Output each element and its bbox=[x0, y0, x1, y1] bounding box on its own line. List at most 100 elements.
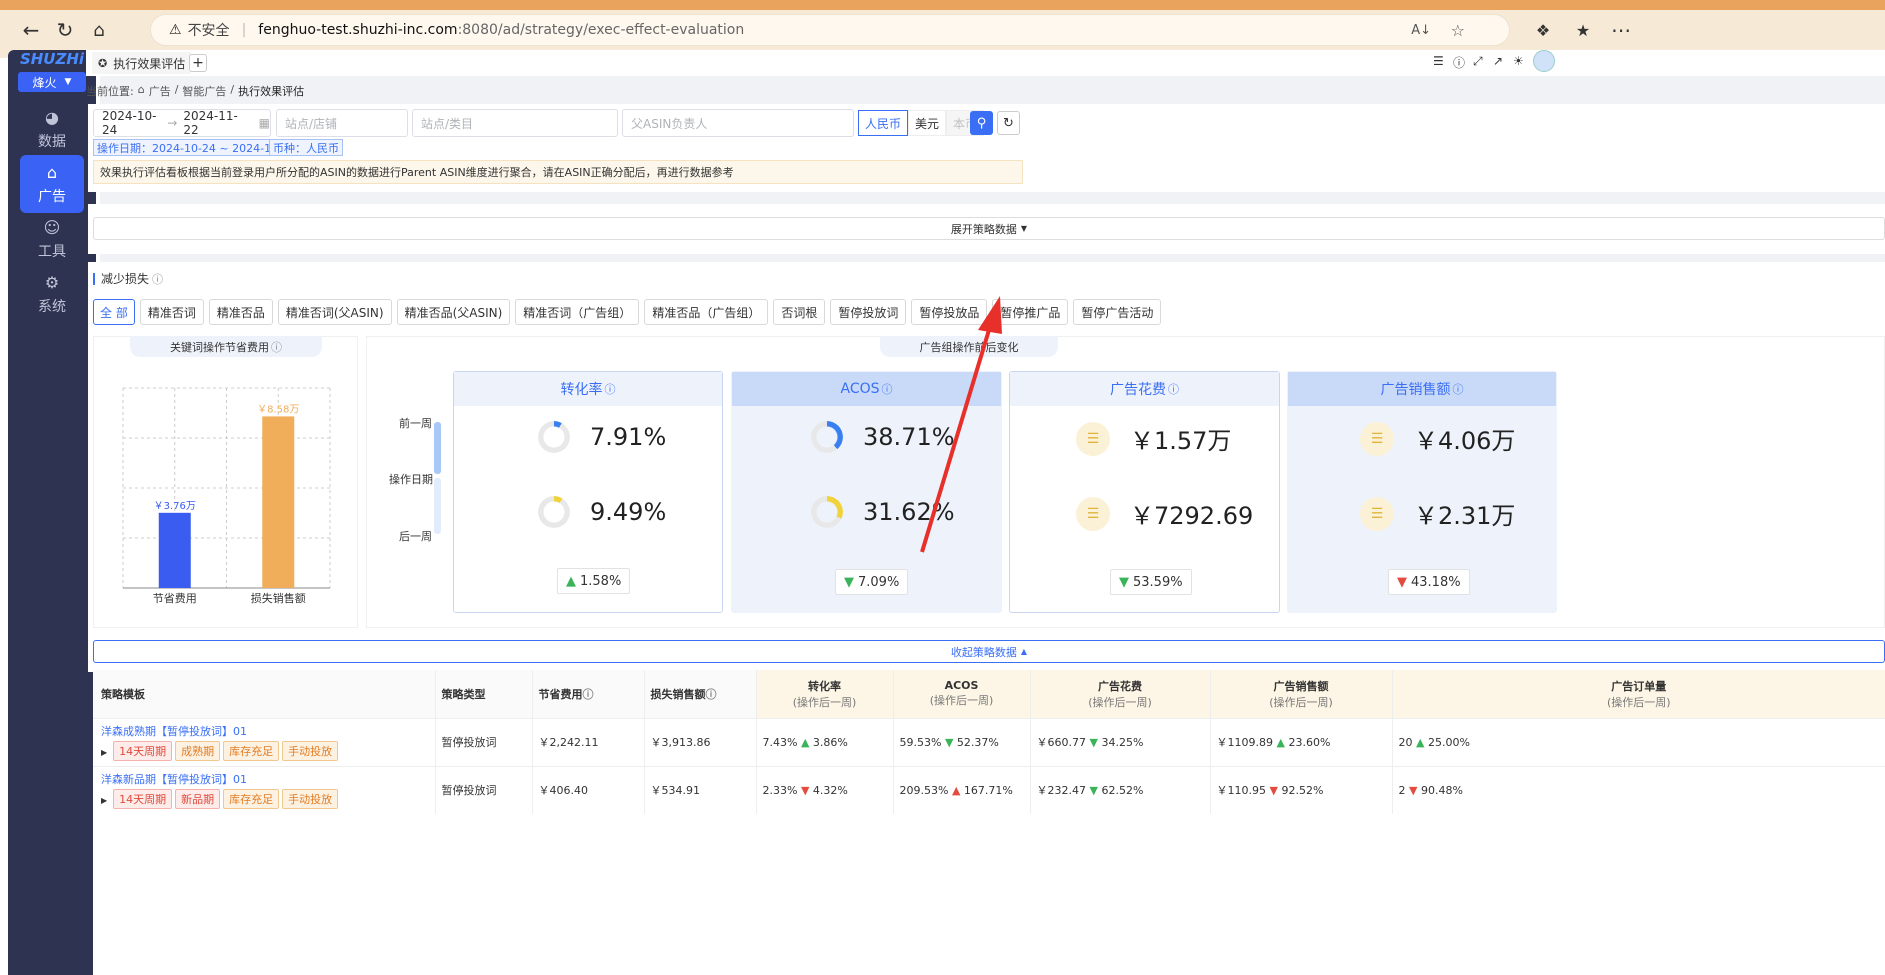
metric-before-value: 7.91% bbox=[590, 423, 667, 451]
acos-change: 167.71% bbox=[963, 783, 1013, 797]
metric-card-title: 广告销售额 bbox=[1380, 382, 1451, 398]
reset-button[interactable]: ↻ bbox=[997, 111, 1020, 135]
expand-strategy-button[interactable]: 展开策略数据 ▼ bbox=[93, 217, 1885, 240]
strategy-filter[interactable]: 全 部 bbox=[93, 299, 135, 325]
strategy-filter[interactable]: 精准否品（广告组） bbox=[644, 299, 769, 325]
strategy-filter[interactable]: 精准否词 bbox=[139, 299, 204, 325]
cvr-cell: 7.43% ▲ 3.86% bbox=[756, 718, 894, 766]
tag: 手动投放 bbox=[282, 789, 339, 810]
metric-after-value: ￥2.31万 bbox=[1414, 502, 1516, 530]
cvr-value: 2.33% bbox=[762, 783, 798, 797]
acos-value: 209.53% bbox=[899, 783, 949, 797]
arrow-up-icon: ▲ bbox=[951, 783, 961, 797]
theme-icon[interactable]: ☀ bbox=[1513, 54, 1524, 68]
lost-cell: ￥3,913.86 bbox=[644, 718, 757, 766]
brand-select[interactable]: 烽火 ▼ bbox=[18, 72, 86, 92]
strategy-name-link[interactable]: 洋森成熟期【暂停投放词】01 bbox=[101, 723, 435, 739]
arrow-up-icon: ▲ bbox=[800, 735, 810, 749]
warning-icon: ⚠ bbox=[169, 22, 182, 38]
currency-usd[interactable]: 美元 bbox=[908, 110, 947, 136]
sidebar-item-ad[interactable]: ⌂ 广告 bbox=[20, 155, 84, 213]
annotation-arrow-head bbox=[978, 296, 1002, 334]
owner-select[interactable]: 父ASIN负责人 bbox=[622, 109, 854, 137]
site-store-select[interactable]: 站点/店铺 bbox=[276, 109, 408, 137]
collapse-strategy-label: 收起策略数据 bbox=[950, 645, 1017, 659]
arrow-down-icon: ▼ bbox=[1089, 736, 1098, 749]
sidebar-item-system[interactable]: ⚙ 系统 bbox=[20, 265, 84, 323]
strategy-filter[interactable]: 暂停投放词 bbox=[830, 299, 907, 325]
change-value: 43.18% bbox=[1411, 574, 1461, 590]
saved-cell: ￥406.40 bbox=[532, 766, 645, 814]
breadcrumb-separator: / bbox=[230, 83, 235, 96]
metric-after: ☰ ￥7292.69 bbox=[1076, 496, 1253, 531]
tag: 14天周期 bbox=[113, 789, 173, 810]
brand-select-value: 烽火 bbox=[32, 75, 57, 90]
home-icon: ⌂ bbox=[137, 83, 145, 96]
strategy-name-link[interactable]: 洋森新品期【暂停投放词】01 bbox=[101, 771, 435, 787]
favorite-icon[interactable]: ☆ bbox=[1451, 21, 1465, 40]
list-icon[interactable]: ☰ bbox=[1433, 54, 1444, 68]
site-category-select[interactable]: 站点/类目 bbox=[412, 109, 618, 137]
table-header: 广告销售额 (操作后一周) bbox=[1210, 670, 1393, 718]
header-label: ACOS bbox=[944, 679, 979, 693]
orders-change: 90.48% bbox=[1420, 783, 1463, 797]
table-header: ACOS (操作后一周) bbox=[893, 670, 1031, 718]
sidebar: SHUZHi 烽火 ▼ ◕ 数据 ⌂ 广告 ☺ 工具 ⚙ 系统 bbox=[8, 50, 96, 975]
strategy-filter[interactable]: 精准否词（广告组） bbox=[515, 299, 640, 325]
strategy-filter[interactable]: 否词根 bbox=[773, 299, 826, 325]
arrow-down-icon: ▼ bbox=[1269, 784, 1278, 798]
sidebar-item-tools[interactable]: ☺ 工具 bbox=[20, 210, 84, 268]
avatar[interactable] bbox=[1533, 50, 1555, 72]
expand-row-icon[interactable]: ▶ bbox=[101, 748, 107, 757]
table-header-row: 策略模板 策略类型 节省费用ⓘ 损失销售额ⓘ 转化率 (操作后一周) ACOS (操… bbox=[93, 670, 1885, 718]
cvr-change: 3.86% bbox=[812, 735, 848, 749]
strategy-table: 策略模板 策略类型 节省费用ⓘ 损失销售额ⓘ 转化率 (操作后一周) ACOS (操… bbox=[93, 670, 1885, 975]
browser-menu-icon[interactable]: ⋯ bbox=[1608, 17, 1634, 43]
orders-value: 20 bbox=[1398, 735, 1413, 749]
metric-before: ☰ ￥4.06万 bbox=[1360, 421, 1515, 456]
currency-cny[interactable]: 人民币 bbox=[858, 110, 909, 136]
breadcrumb-item[interactable]: 广告 bbox=[149, 83, 171, 99]
tab-execution-eval[interactable]: ✪ 执行效果评估 bbox=[92, 52, 192, 74]
expand-icon[interactable]: ↗ bbox=[1493, 54, 1503, 68]
help-icon[interactable]: ⓘ bbox=[1453, 54, 1465, 71]
date-range-picker[interactable]: 2024-10-24 → 2024-11-22 ▦ bbox=[93, 109, 271, 137]
search-button[interactable]: ⚲ bbox=[970, 111, 993, 135]
gauge-icon: ◕ bbox=[45, 107, 59, 127]
arrow-up-icon: ▲ bbox=[1416, 735, 1425, 749]
reload-icon[interactable]: ↻ bbox=[52, 17, 78, 43]
annotation-arrow-line bbox=[920, 319, 994, 553]
tag: 库存充足 bbox=[223, 789, 280, 810]
strategy-filter[interactable]: 精准否品 bbox=[208, 299, 273, 325]
header-sub: (操作后一周) bbox=[1269, 695, 1333, 709]
expand-row-icon[interactable]: ▶ bbox=[101, 796, 107, 805]
header-label: 损失销售额 bbox=[650, 687, 706, 701]
extensions-icon[interactable]: ❖ bbox=[1530, 17, 1556, 43]
orders-value: 2 bbox=[1398, 783, 1406, 797]
coin-icon: ☰ bbox=[1076, 421, 1110, 456]
header-label: 策略类型 bbox=[441, 687, 486, 701]
tag: 14天周期 bbox=[113, 741, 173, 761]
data-label: ￥8.58万 bbox=[257, 404, 299, 415]
home-icon[interactable]: ⌂ bbox=[86, 17, 112, 43]
back-icon[interactable]: ← bbox=[18, 17, 44, 43]
read-aloud-icon[interactable]: A↓ bbox=[1411, 23, 1431, 38]
header-label: 节省费用 bbox=[538, 687, 583, 701]
arrow-down-icon: ▼ bbox=[1119, 574, 1129, 590]
site-store-placeholder: 站点/店铺 bbox=[285, 116, 338, 131]
add-tab-button[interactable]: + bbox=[189, 54, 207, 72]
sidebar-item-data[interactable]: ◕ 数据 bbox=[20, 100, 84, 158]
spend-value: ￥660.77 bbox=[1036, 736, 1087, 749]
strategy-filter[interactable]: 精准否品(父ASIN) bbox=[396, 299, 511, 325]
fullscreen-icon[interactable]: ⤢ bbox=[1473, 54, 1483, 69]
sidebar-item-label: 工具 bbox=[38, 243, 66, 260]
orders-cell: 20 ▲ 25.00% bbox=[1392, 718, 1885, 766]
favorites-bar-icon[interactable]: ★ bbox=[1570, 17, 1596, 43]
address-bar[interactable]: ⚠ 不安全 | fenghuo-test.shuzhi-inc.com :808… bbox=[150, 14, 1510, 46]
caret-up-icon: ▲ bbox=[1020, 647, 1028, 656]
strategy-filter[interactable]: 暂停广告活动 bbox=[1073, 299, 1162, 325]
strategy-filter[interactable]: 精准否词(父ASIN) bbox=[277, 299, 392, 325]
collapse-strategy-button[interactable]: 收起策略数据 ▲ bbox=[93, 640, 1885, 663]
change-value: 1.58% bbox=[580, 573, 622, 589]
breadcrumb-item[interactable]: 智能广告 bbox=[182, 83, 226, 99]
